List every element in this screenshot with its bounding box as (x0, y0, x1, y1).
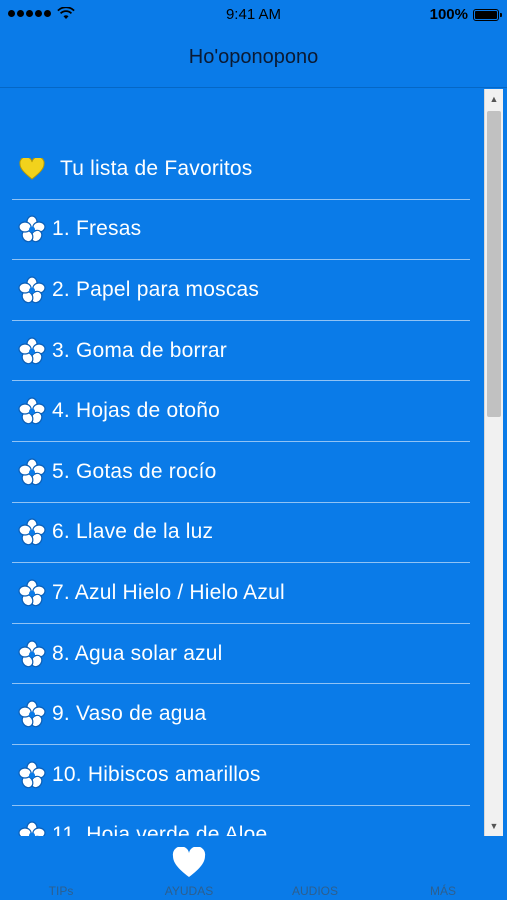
list-item-label: 5. Gotas de rocío (52, 459, 217, 483)
page-title: Ho'oponopono (188, 46, 319, 68)
list-item[interactable]: 7. Azul Hielo / Hielo Azul (12, 563, 470, 624)
list-item[interactable]: 5. Gotas de rocío (12, 442, 470, 503)
favorites-label: Tu lista de Favoritos (60, 156, 253, 180)
hibiscus-flower-icon (18, 639, 46, 668)
status-bar: 9:41 AM 100% (0, 0, 507, 30)
list-item[interactable]: 6. Llave de la luz (12, 503, 470, 564)
list-item-label: 2. Papel para moscas (52, 277, 260, 301)
list-item-label: 10. Hibiscos amarillos (52, 762, 261, 786)
scroll-up-arrow-icon[interactable]: ▲ (485, 91, 503, 107)
list-item-label: 9. Vaso de agua (52, 702, 207, 726)
list-item[interactable]: 4. Hojas de otoño (12, 381, 470, 442)
scroll-thumb[interactable] (487, 111, 501, 417)
list-item[interactable]: 2. Papel para moscas (12, 260, 470, 321)
battery-area: 100% (429, 6, 502, 23)
scroll-down-arrow-icon[interactable]: ▼ (485, 818, 503, 834)
hibiscus-flower-icon (18, 336, 46, 365)
scrollbar[interactable]: ▲ ▼ (484, 89, 503, 836)
list-item-label: 4. Hojas de otoño (52, 399, 221, 423)
hibiscus-flower-icon (18, 397, 46, 425)
list-item-label: 7. Azul Hielo / Hielo Azul (52, 580, 285, 604)
list-item-label: 3. Goma de borrar (52, 338, 227, 362)
hibiscus-flower-icon (18, 761, 46, 789)
hibiscus-flower-icon (18, 518, 46, 546)
list-container[interactable]: Tu lista de Favoritos 1. Fresas 2. Papel … (0, 89, 484, 836)
navigation-bar: Ho'oponopono (0, 30, 507, 88)
tab-audios[interactable]: AUDIOS (265, 884, 365, 898)
list-item[interactable]: 11. Hoja verde de Aloe (12, 806, 470, 836)
heart-icon (18, 155, 46, 183)
list-item-label: 6. Llave de la luz (52, 520, 214, 544)
hibiscus-flower-icon (18, 458, 46, 486)
hibiscus-flower-icon (18, 579, 46, 607)
list-item[interactable]: 9. Vaso de agua (12, 684, 470, 745)
tab-mas[interactable]: MÁS (393, 884, 493, 898)
list-item[interactable]: 1. Fresas (12, 200, 470, 261)
favorites-row[interactable]: Tu lista de Favoritos (12, 139, 470, 200)
tab-bar: TIPs AYUDAS AUDIOS MÁS (0, 836, 507, 900)
tab-ayudas[interactable]: AYUDAS (139, 884, 239, 898)
hibiscus-flower-icon (18, 700, 46, 728)
battery-percent: 100% (429, 6, 468, 23)
list-item[interactable]: 8. Agua solar azul (12, 624, 470, 685)
list-item-label: 11. Hoja verde de Aloe (52, 823, 268, 836)
battery-icon (473, 8, 502, 21)
hibiscus-flower-icon (18, 276, 46, 304)
list-item-label: 8. Agua solar azul (52, 641, 223, 665)
hibiscus-flower-icon (18, 821, 46, 836)
list-item-label: 1. Fresas (52, 217, 142, 241)
heart-icon[interactable] (171, 847, 207, 879)
list-item[interactable]: 3. Goma de borrar (12, 321, 470, 382)
favorites-list: Tu lista de Favoritos 1. Fresas 2. Papel … (12, 139, 470, 836)
list-item[interactable]: 10. Hibiscos amarillos (12, 745, 470, 806)
hibiscus-flower-icon (18, 215, 46, 243)
tab-tips[interactable]: TIPs (11, 884, 111, 898)
